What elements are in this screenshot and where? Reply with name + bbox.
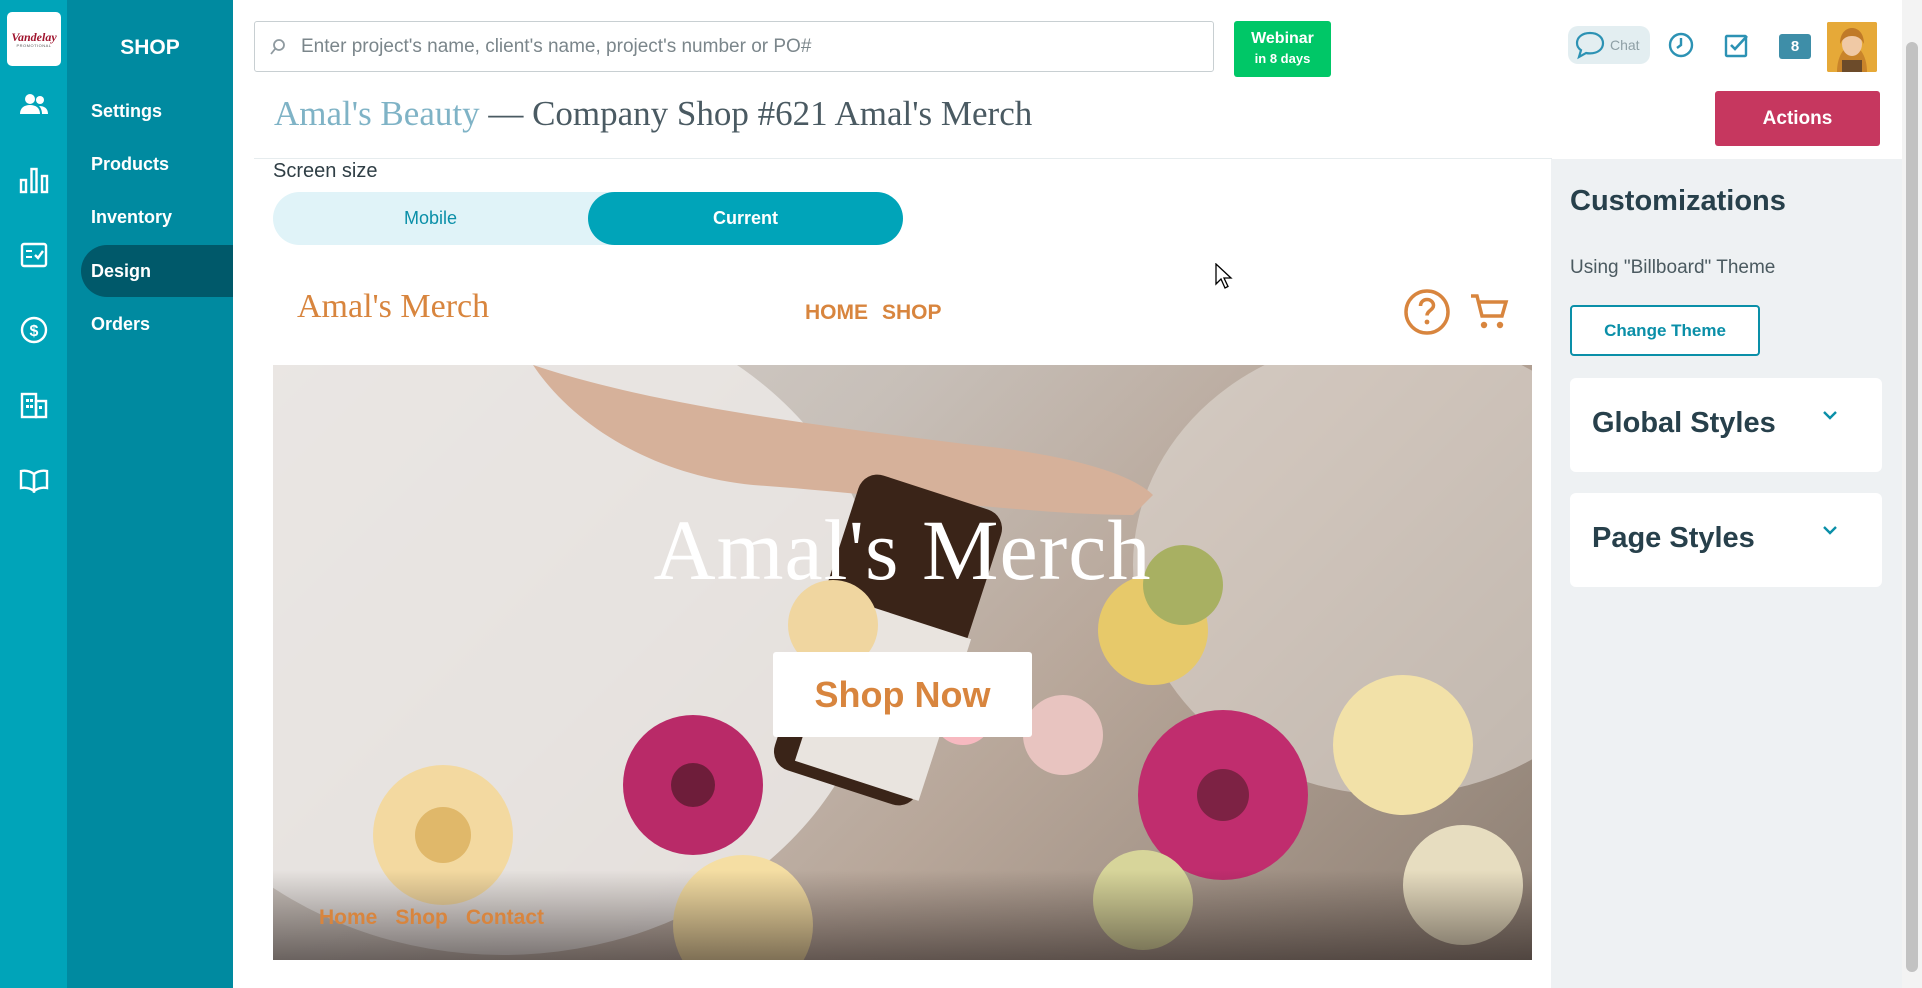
shop-nav: SHOP Settings Products Inventory Design …: [67, 0, 233, 988]
footer-link-home[interactable]: Home: [319, 906, 377, 929]
nav-item-orders[interactable]: Orders: [81, 298, 233, 350]
breadcrumb-client-link[interactable]: Amal's Beauty: [274, 94, 480, 133]
nav-item-products[interactable]: Products: [81, 138, 233, 190]
customizations-title: Customizations: [1570, 185, 1786, 217]
scrollbar-thumb[interactable]: [1906, 42, 1918, 972]
tasks-icon[interactable]: [19, 240, 49, 270]
logo-subtext: PROMOTIONAL: [16, 42, 52, 48]
clock-icon[interactable]: [1666, 30, 1696, 60]
notification-badge[interactable]: 8: [1779, 34, 1811, 59]
webinar-title: Webinar: [1251, 30, 1314, 47]
hero-title: Amal's Merch: [653, 502, 1152, 598]
billing-icon[interactable]: $: [19, 315, 49, 345]
chat-button[interactable]: Chat: [1568, 26, 1650, 64]
reports-icon[interactable]: [19, 165, 49, 195]
footer-link-shop[interactable]: Shop: [395, 906, 448, 929]
header-divider: [254, 158, 1552, 159]
page-scrollbar[interactable]: [1902, 0, 1922, 988]
store-header: Amal's Merch HOME SHOP: [273, 262, 1532, 364]
store-nav-shop[interactable]: SHOP: [882, 301, 942, 324]
webinar-countdown: in 8 days: [1254, 51, 1311, 66]
avatar[interactable]: [1827, 22, 1877, 72]
companies-icon[interactable]: [19, 390, 49, 420]
page-styles-accordion[interactable]: Page Styles: [1570, 493, 1882, 587]
chevron-down-icon: [1822, 523, 1838, 541]
webinar-button[interactable]: Webinar in 8 days: [1234, 21, 1331, 77]
shop-preview: Amal's Merch HOME SHOP Amal's Merch Shop…: [273, 262, 1532, 960]
footer-links: Home Shop Contact: [319, 906, 562, 930]
actions-button[interactable]: Actions: [1715, 91, 1880, 146]
shop-nav-title: SHOP: [120, 36, 180, 59]
nav-item-settings[interactable]: Settings: [81, 85, 233, 137]
footer-link-contact[interactable]: Contact: [466, 906, 544, 929]
mouse-cursor-icon: [1215, 263, 1233, 289]
store-name[interactable]: Amal's Merch: [297, 288, 489, 326]
clients-icon[interactable]: [19, 90, 49, 120]
screen-size-current[interactable]: Current: [588, 192, 903, 245]
page-styles-label: Page Styles: [1592, 522, 1755, 554]
company-logo[interactable]: Vandelay PROMOTIONAL: [7, 12, 61, 66]
change-theme-button[interactable]: Change Theme: [1570, 305, 1760, 356]
nav-item-design[interactable]: Design: [81, 245, 233, 297]
chat-label: Chat: [1610, 37, 1640, 53]
current-theme-text: Using "Billboard" Theme: [1570, 257, 1776, 278]
chat-bubble-icon: [1575, 31, 1605, 60]
search-icon: [255, 38, 301, 56]
breadcrumb-separator: —: [479, 94, 533, 133]
chevron-down-icon: [1822, 408, 1838, 426]
global-styles-accordion[interactable]: Global Styles: [1570, 378, 1882, 472]
screen-size-toggle: Mobile Current: [273, 192, 903, 245]
screen-size-mobile[interactable]: Mobile: [273, 192, 588, 245]
store-nav: HOME SHOP: [805, 301, 956, 325]
breadcrumb: Amal's Beauty — Company Shop #621 Amal's…: [274, 94, 1032, 134]
cart-icon[interactable]: [1469, 292, 1509, 337]
logo-text: Vandelay: [11, 29, 57, 44]
search-input[interactable]: [301, 35, 1181, 58]
tasks-check-icon[interactable]: [1722, 30, 1752, 60]
page-title: Company Shop #621 Amal's Merch: [532, 94, 1033, 133]
global-styles-label: Global Styles: [1592, 407, 1776, 439]
icon-rail: Vandelay PROMOTIONAL $: [0, 0, 67, 988]
shop-now-button[interactable]: Shop Now: [773, 652, 1032, 737]
resources-icon[interactable]: [19, 465, 49, 495]
store-nav-home[interactable]: HOME: [805, 301, 868, 324]
project-search: [254, 21, 1214, 72]
screen-size-label: Screen size: [273, 160, 378, 182]
help-icon[interactable]: [1403, 288, 1451, 341]
svg-text:$: $: [30, 323, 39, 340]
customizations-panel: Customizations Using "Billboard" Theme C…: [1551, 159, 1902, 988]
hero-banner: Amal's Merch Shop Now Home Shop Contact: [273, 365, 1532, 960]
nav-item-inventory[interactable]: Inventory: [81, 191, 233, 243]
